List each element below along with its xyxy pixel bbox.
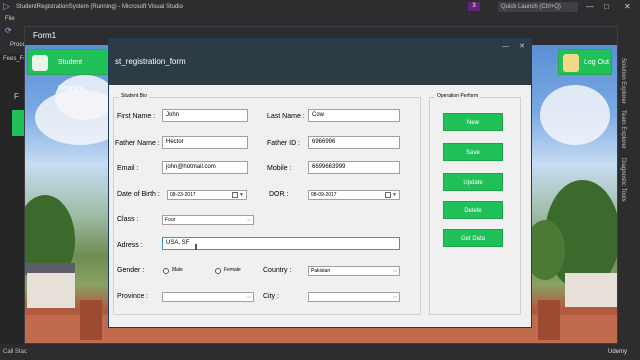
address-label: Adress : (117, 242, 143, 249)
class-select[interactable]: Four ⌵ (162, 215, 254, 225)
tab-diagnostic-tools[interactable]: Diagnostic Tools (620, 158, 626, 202)
mobile-label: Mobile : (267, 165, 292, 172)
female-radio[interactable] (215, 268, 221, 274)
maximize-icon[interactable]: □ (604, 2, 609, 12)
gate-pillar-left (80, 300, 102, 340)
gender-label: Gender : (117, 267, 145, 274)
city-label: City : (263, 293, 279, 300)
chevron-down-icon[interactable]: ▼ (239, 191, 244, 199)
vs-window-title: StudentRegistrationSystem (Running) - Mi… (16, 4, 183, 10)
dialog-close-icon[interactable]: ✕ (519, 43, 525, 50)
class-value: Four (165, 217, 176, 223)
dob-label: Date of Birth : (117, 191, 160, 198)
vs-left-panel: Fees_Fo F (0, 54, 27, 344)
quick-launch-input[interactable]: Quick Launch (Ctrl+Q) (498, 2, 578, 12)
dor-value: 08-09-2017 (311, 192, 337, 198)
visual-studio-logo-icon: ▷ (3, 1, 10, 11)
email-field[interactable]: john@hotmail.com (162, 161, 248, 174)
left-green-block (12, 110, 24, 136)
minimize-icon[interactable]: — (586, 2, 594, 12)
registration-dialog: st_registration_form — ✕ Student Bio Fir… (108, 38, 532, 328)
calendar-icon[interactable] (385, 192, 391, 198)
province-select[interactable]: ⌵ (162, 292, 254, 302)
last-name-field[interactable]: Cow (308, 109, 400, 122)
father-id-label: Father ID : (267, 140, 301, 147)
mobile-field[interactable]: 6699663999 (308, 161, 400, 174)
chevron-down-icon[interactable]: ⌵ (393, 293, 397, 301)
student-registration-label: Student Registra (58, 59, 85, 92)
vs-title-bar: ▷ StudentRegistrationSystem (Running) - … (0, 0, 640, 14)
male-label: Male (172, 267, 183, 273)
dialog-title: st_registration_form (115, 57, 186, 66)
dor-label: DOR : (269, 191, 289, 198)
vs-bottom-bar: Call Stac Udemy (0, 344, 640, 360)
tab-solution-explorer[interactable]: Solution Explorer (620, 58, 626, 104)
chevron-down-icon[interactable]: ⌵ (247, 216, 251, 224)
new-button[interactable]: New (443, 113, 503, 131)
first-name-field[interactable]: John (162, 109, 248, 122)
text-cursor (195, 244, 197, 250)
logout-label: Log Out (584, 59, 609, 66)
menu-file[interactable]: File (5, 14, 15, 24)
roof (25, 263, 75, 273)
student-bio-legend: Student Bio (119, 93, 149, 99)
last-name-label: Last Name : (267, 113, 305, 120)
email-label: Email : (117, 165, 139, 172)
student-registration-header[interactable]: Student Registra (27, 49, 109, 92)
country-value: Pakistan (311, 268, 331, 274)
student-bio-group: Student Bio (113, 93, 421, 315)
dialog-title-bar: st_registration_form — ✕ (109, 39, 531, 85)
call-stack-tab[interactable]: Call Stac (3, 344, 27, 360)
father-name-label: Father Name : (115, 140, 160, 147)
save-button[interactable]: Save (443, 143, 503, 161)
logout-button[interactable]: Log Out (558, 49, 612, 75)
first-name-label: First Name : (117, 113, 156, 120)
chevron-down-icon[interactable]: ⌵ (247, 293, 251, 301)
get-data-button[interactable]: Get Data (443, 229, 503, 247)
back-icon[interactable]: ⟳ (5, 26, 12, 35)
city-select[interactable]: ⌵ (308, 292, 400, 302)
country-select[interactable]: Pakistan ⌵ (308, 266, 400, 276)
class-label: Class : (117, 216, 139, 223)
dob-value: 08-23-2017 (170, 192, 196, 198)
male-radio[interactable] (163, 268, 169, 274)
vs-right-panel: Solution Explorer Team Explorer Diagnost… (618, 54, 640, 344)
dob-picker[interactable]: 08-23-2017 ▼ (167, 190, 247, 200)
calendar-icon[interactable] (232, 192, 238, 198)
vs-menu-bar: File (0, 14, 640, 24)
students-icon (32, 55, 48, 71)
user-avatar-icon (563, 54, 579, 72)
father-id-field[interactable]: 6966996 (308, 136, 400, 149)
update-button[interactable]: Update (443, 173, 503, 191)
province-label: Province : (117, 293, 149, 300)
address-field[interactable]: USA, SF (162, 237, 400, 250)
building (565, 273, 617, 307)
delete-button[interactable]: Delete (443, 201, 503, 219)
dor-picker[interactable]: 08-09-2017 ▼ (308, 190, 400, 200)
dialog-body: Student Bio First Name : John Last Name … (109, 85, 531, 327)
father-name-field[interactable]: Hector (162, 136, 248, 149)
cloud (540, 85, 610, 145)
gate-pillar-right (538, 300, 560, 340)
notification-badge[interactable]: 3 (468, 2, 480, 11)
form1-title: Form1 (33, 31, 57, 40)
chevron-down-icon[interactable]: ⌵ (393, 267, 397, 275)
chevron-down-icon[interactable]: ▼ (392, 191, 397, 199)
udemy-watermark: Udemy (608, 349, 628, 355)
female-label: Female (224, 267, 241, 273)
dialog-minimize-icon[interactable]: — (502, 43, 509, 50)
dialog-window-controls: — ✕ (502, 42, 525, 50)
country-label: Country : (263, 267, 292, 274)
close-icon[interactable]: ✕ (624, 2, 631, 12)
left-panel-letter: F (14, 92, 19, 101)
building (27, 270, 75, 308)
tab-team-explorer[interactable]: Team Explorer (620, 110, 626, 149)
operation-perform-legend: Operation Perform (435, 93, 481, 99)
